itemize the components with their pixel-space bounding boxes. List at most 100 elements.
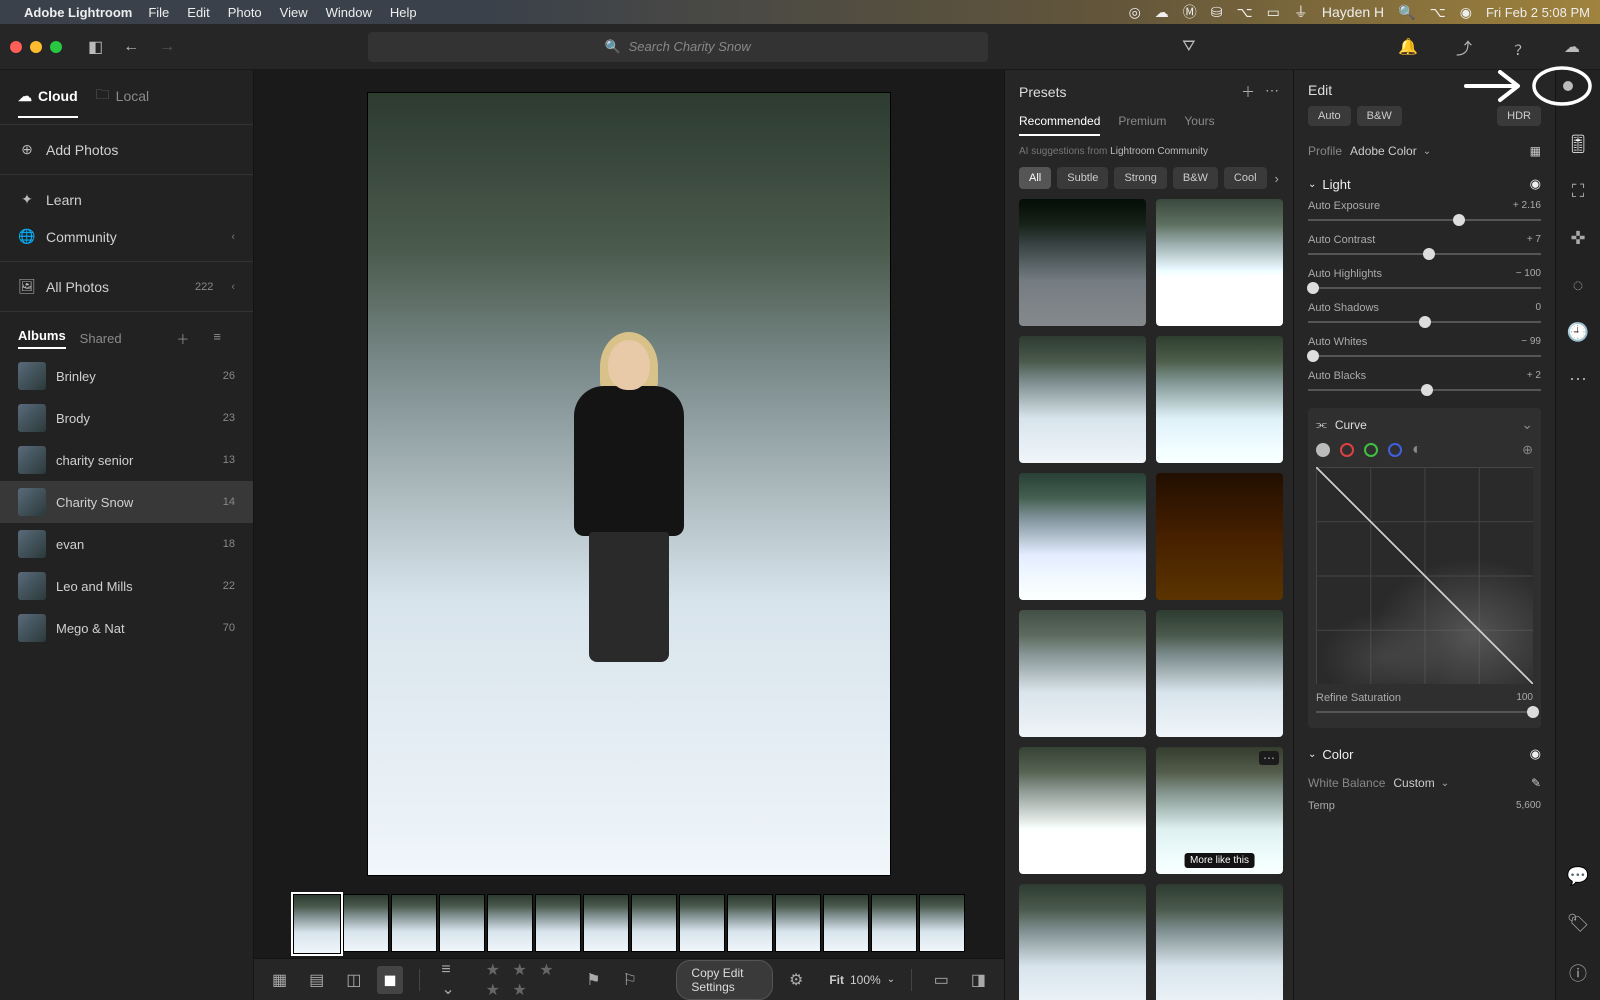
refine-saturation-slider[interactable] (1316, 704, 1533, 720)
slider[interactable] (1308, 212, 1541, 228)
status-icon-1[interactable]: ◎ (1129, 4, 1141, 21)
menu-edit[interactable]: Edit (187, 5, 209, 20)
main-photo[interactable] (368, 93, 890, 875)
lightroom-community-link[interactable]: Lightroom Community (1110, 146, 1208, 157)
curve-channel-blue[interactable] (1388, 443, 1402, 457)
sort-albums-icon[interactable]: ≡ (213, 329, 221, 348)
status-icon-2[interactable]: ☁ (1155, 4, 1169, 21)
auto-button[interactable]: Auto (1308, 106, 1351, 126)
flag-reject-icon[interactable]: ⚐ (617, 966, 643, 994)
control-center-icon[interactable]: ⌥ (1430, 4, 1446, 21)
visibility-icon[interactable]: ◉ (1530, 746, 1541, 762)
chip-strong[interactable]: Strong (1114, 167, 1166, 189)
sidebar-toggle-icon[interactable]: ◧ (88, 37, 103, 57)
flag-pick-icon[interactable]: ⚑ (580, 966, 606, 994)
wifi-icon[interactable]: ⏚ (1294, 2, 1308, 22)
slider[interactable] (1308, 280, 1541, 296)
preset-thumb[interactable] (1019, 610, 1146, 737)
zoom-value[interactable]: 100% (850, 973, 881, 987)
filmstrip-thumb[interactable] (919, 894, 965, 952)
filmstrip-thumb[interactable] (871, 894, 917, 952)
slider[interactable] (1308, 246, 1541, 262)
status-icon-4[interactable]: ⛁ (1211, 4, 1223, 21)
crop-tool-icon[interactable]: ⛶ (1572, 181, 1585, 202)
visibility-icon[interactable]: ◉ (1530, 176, 1541, 192)
add-album-icon[interactable]: ＋ (176, 329, 189, 348)
album-item[interactable]: Brody23 (0, 397, 253, 439)
preset-thumb[interactable] (1156, 473, 1283, 600)
white-balance-row[interactable]: White Balance Custom ⌄ ✎ (1294, 768, 1555, 798)
app-name[interactable]: Adobe Lightroom (24, 5, 132, 20)
filmstrip-thumb[interactable] (823, 894, 869, 952)
masking-tool-icon[interactable]: ◌ (1573, 275, 1584, 296)
fit-label[interactable]: Fit (829, 973, 844, 987)
sidebar-community[interactable]: 🌐 Community ‹ (0, 218, 253, 255)
status-icon-3[interactable]: Ⓜ (1183, 2, 1197, 22)
compare-icon[interactable]: ◫ (340, 966, 367, 994)
preset-thumb[interactable] (1156, 884, 1283, 1000)
menubar-clock[interactable]: Fri Feb 2 5:08 PM (1486, 5, 1590, 20)
sidebar-all-photos[interactable]: 🖼 All Photos 222 ‹ (0, 268, 253, 305)
filmstrip-thumb[interactable] (439, 894, 485, 952)
curve-channel-parametric[interactable] (1316, 443, 1330, 457)
profile-row[interactable]: Profile Adobe Color ⌄ ▦ (1294, 136, 1555, 166)
bw-button[interactable]: B&W (1357, 106, 1402, 126)
grid-large-icon[interactable]: ▤ (303, 966, 330, 994)
rating-stars[interactable]: ★ ★ ★ ★ ★ (486, 960, 571, 1000)
albums-tab[interactable]: Albums (18, 328, 66, 349)
album-item[interactable]: Leo and Mills22 (0, 565, 253, 607)
menu-help[interactable]: Help (390, 5, 417, 20)
settings-gear-icon[interactable]: ⚙ (783, 966, 809, 994)
sort-icon[interactable]: ≡ ⌄ (435, 957, 465, 1000)
versions-icon[interactable]: 🕘 (1567, 322, 1589, 343)
filter-icon[interactable]: ⛛ (1182, 38, 1195, 56)
tone-curve[interactable] (1316, 467, 1533, 684)
chip-cool[interactable]: Cool (1224, 167, 1267, 189)
keywords-icon[interactable]: 🏷 (1567, 913, 1590, 934)
tab-local[interactable]: 🗀 Local (96, 84, 149, 118)
spotlight-icon[interactable]: 🔍 (1398, 4, 1415, 21)
notifications-icon[interactable]: 🔔 (1398, 37, 1418, 57)
filmstrip-thumb[interactable] (583, 894, 629, 952)
bluetooth-icon[interactable]: ⌥ (1237, 4, 1253, 21)
siri-icon[interactable]: ◉ (1460, 4, 1472, 21)
presets-tab-recommended[interactable]: Recommended (1019, 114, 1100, 136)
share-icon[interactable]: ⤴ (1456, 35, 1472, 59)
curve-options-icon[interactable]: ⌄ (1521, 416, 1533, 433)
preset-thumb[interactable] (1156, 199, 1283, 326)
curve-target-icon[interactable]: ⊕ (1522, 442, 1533, 458)
detail-view-icon[interactable]: ◼ (377, 966, 402, 994)
album-item[interactable]: Mego & Nat70 (0, 607, 253, 649)
grid-small-icon[interactable]: ▦ (266, 966, 293, 994)
window-close-icon[interactable] (10, 41, 22, 53)
album-item[interactable]: Charity Snow14 (0, 481, 253, 523)
slider[interactable] (1308, 314, 1541, 330)
menu-file[interactable]: File (148, 5, 169, 20)
panel-toggle-icon[interactable]: ◨ (965, 966, 992, 994)
preset-thumb[interactable] (1019, 336, 1146, 463)
preset-thumb[interactable] (1019, 884, 1146, 1000)
sidebar-learn[interactable]: ✦ Learn (0, 181, 253, 218)
preset-thumb[interactable] (1019, 199, 1146, 326)
curve-channel-luminance[interactable]: ◐ (1412, 441, 1422, 459)
filmstrip-thumb[interactable] (727, 894, 773, 952)
photo-viewport[interactable] (254, 70, 1004, 888)
add-preset-icon[interactable]: ＋ (1241, 82, 1255, 102)
chip-bw[interactable]: B&W (1173, 167, 1218, 189)
album-item[interactable]: Brinley26 (0, 355, 253, 397)
preset-thumb[interactable] (1156, 610, 1283, 737)
eyedropper-icon[interactable]: ✎ (1531, 776, 1541, 790)
window-minimize-icon[interactable] (30, 41, 42, 53)
more-tools-icon[interactable]: ⋯ (1569, 369, 1587, 390)
menu-view[interactable]: View (280, 5, 308, 20)
preset-thumb[interactable] (1019, 473, 1146, 600)
hdr-button[interactable]: HDR (1497, 106, 1541, 126)
filmstrip-thumb[interactable] (293, 894, 341, 954)
more-options-icon[interactable]: ⋯ (1265, 82, 1279, 102)
album-item[interactable]: charity senior13 (0, 439, 253, 481)
presets-tab-premium[interactable]: Premium (1118, 114, 1166, 136)
preset-thumb[interactable]: ⋯More like this (1156, 747, 1283, 874)
album-item[interactable]: evan18 (0, 523, 253, 565)
cloud-sync-icon[interactable]: ☁ (1564, 37, 1580, 57)
slider[interactable] (1308, 382, 1541, 398)
